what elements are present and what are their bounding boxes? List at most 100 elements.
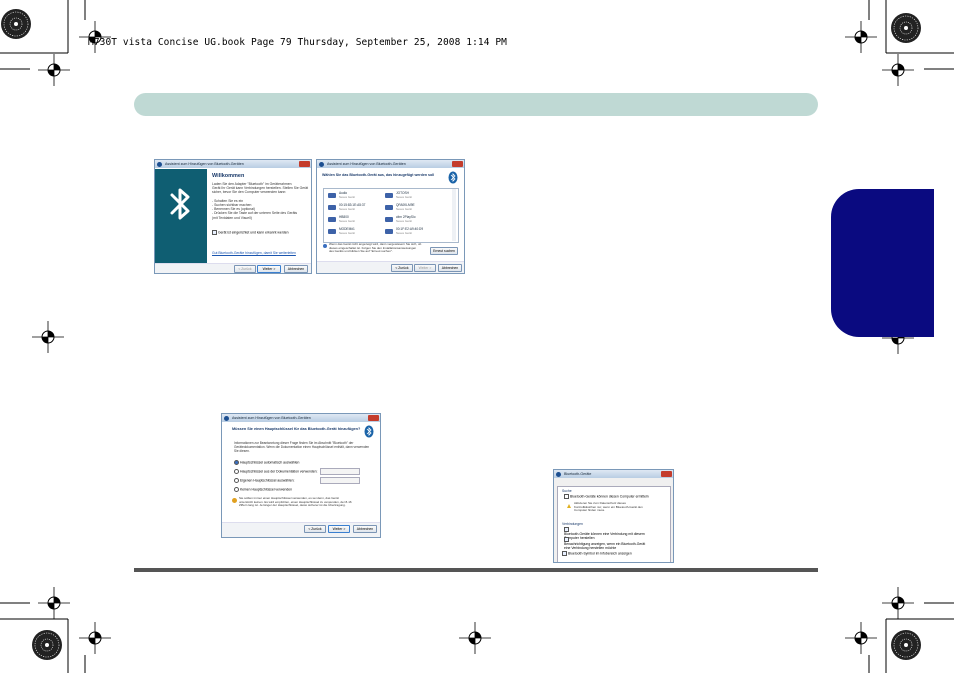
discoverable-checkbox[interactable]: Bluetooth-Geräte können diesen Computer … — [564, 494, 649, 499]
warning-shield-icon — [232, 498, 237, 503]
bluetooth-banner — [155, 169, 207, 264]
device-icon[interactable] — [385, 229, 393, 234]
next-button[interactable]: Weiter > — [414, 264, 436, 272]
option-auto-label: Hauptschlüssel automatisch auswählen — [240, 460, 300, 465]
option-none-label: Keinen Hauptschlüssel verwenden — [240, 487, 293, 492]
device-select-heading: Wählen Sie das Bluetooth-Gerät aus, das … — [322, 173, 435, 177]
device-icon[interactable] — [385, 205, 393, 210]
bluetooth-logo-icon — [170, 188, 190, 220]
device-icon[interactable] — [328, 217, 336, 222]
device-icon[interactable] — [385, 217, 393, 222]
group-search-label: Suche — [562, 489, 572, 493]
device-select-hint-line: des Geräts und klicken Sie auf "Erneut s… — [329, 249, 393, 254]
own-passkey-input[interactable] — [320, 477, 360, 484]
device-list-scrollbar[interactable] — [452, 189, 456, 241]
option-documentation-label: Hauptschlüssel aus der Dokumentation ver… — [240, 469, 318, 474]
next-button[interactable]: Weiter > — [328, 525, 350, 533]
welcome-link-text: Gut Bluetooth-Geräte hinzufügen, damit S… — [212, 251, 296, 255]
welcome-body-line: - Drücken Sie die Taste auf der unteren … — [212, 211, 298, 216]
welcome-ready-checkbox[interactable]: Gerät ist eingerichtet und kann erkannt … — [212, 230, 289, 235]
device-status: Neues Gerät — [339, 219, 355, 223]
device-icon[interactable] — [328, 229, 336, 234]
crosshair-target-icon — [882, 587, 914, 619]
passkey-heading: Müssen Sie einen Hauptschlüssel für das … — [232, 427, 361, 431]
device-status: Neues Gerät — [339, 231, 355, 235]
device-icon[interactable] — [385, 193, 393, 198]
option-auto-radio[interactable]: Hauptschlüssel automatisch auswählen — [234, 460, 299, 465]
chapter-side-tab — [831, 189, 934, 337]
device-list[interactable]: Audio Neues Gerät JOTOSH Neues Gerät 00:15:8… — [323, 188, 459, 243]
notify-line: eine Verbindung herstellen möchte — [564, 546, 617, 551]
next-button[interactable]: Weiter > — [257, 265, 281, 273]
back-button[interactable]: < Zurück — [234, 265, 256, 273]
welcome-heading: Willkommen — [212, 173, 245, 179]
close-icon[interactable] — [368, 415, 379, 421]
crosshair-target-icon — [79, 622, 111, 654]
passkey-note-text: Sie sollten immer einen Hauptschlüssel v… — [239, 496, 352, 508]
cancel-button[interactable]: Abbrechen — [438, 264, 462, 272]
crosshair-target-icon — [38, 587, 70, 619]
group-connections-label: Verbindungen — [562, 522, 583, 526]
search-again-button[interactable]: Erneut suchen — [430, 247, 458, 255]
device-icon[interactable] — [328, 193, 336, 198]
device-status: Neues Gerät — [396, 219, 412, 223]
footer-rule — [134, 568, 818, 572]
cancel-button[interactable]: Abbrechen — [353, 525, 377, 533]
info-icon — [323, 244, 327, 248]
device-select-titlebar: Assistent zum Hinzufügen von Bluetooth-G… — [317, 160, 464, 168]
device-select-hint: Wenn das Gerät nicht angezeigt wird, dan… — [329, 242, 421, 254]
passkey-title: Assistent zum Hinzufügen von Bluetooth-G… — [232, 416, 311, 420]
warning-icon — [567, 504, 571, 508]
crosshair-target-icon — [32, 321, 64, 353]
checkbox-checked-icon[interactable] — [212, 230, 217, 235]
bluetooth-badge-icon — [448, 171, 458, 184]
back-button[interactable]: < Zurück — [304, 525, 326, 533]
bottom-right-registration-wheel — [891, 630, 921, 660]
welcome-checkbox-label: Gerät ist eingerichtet und kann erkannt … — [218, 230, 289, 235]
tray-icon-checkbox[interactable]: Bluetooth-Symbol im Infobereich anzeigen — [562, 551, 632, 556]
welcome-body-text: Laden Sie den Adapter "Bluetooth" im Ger… — [212, 182, 308, 220]
bluetooth-badge-icon — [364, 425, 374, 438]
device-icon[interactable] — [328, 205, 336, 210]
bluetooth-small-icon — [157, 161, 162, 167]
device-status: Neues Gerät — [396, 207, 412, 211]
cancel-button[interactable]: Abbrechen — [284, 265, 308, 273]
tray-icon-label: Bluetooth-Symbol im Infobereich anzeigen — [568, 551, 632, 556]
back-button[interactable]: < Zurück — [391, 264, 413, 272]
settings-warning-line: Computer finden muss. — [574, 508, 606, 513]
passkey-intro-line: Sie diesen. — [234, 448, 250, 453]
device-select-dialog: Assistent zum Hinzufügen von Bluetooth-G… — [316, 159, 465, 274]
crosshair-target-icon — [459, 622, 491, 654]
crosshair-target-icon — [845, 622, 877, 654]
crosshair-target-icon — [845, 21, 877, 53]
welcome-help-link[interactable]: Gut Bluetooth-Geräte hinzufügen, damit S… — [212, 251, 296, 255]
welcome-dialog-title: Assistent zum Hinzufügen von Bluetooth-G… — [165, 162, 244, 166]
section-header-bar — [134, 93, 818, 116]
settings-warning-text: Aktivieren Sie zum Datenschutz dieses Kon… — [574, 501, 643, 513]
documentation-passkey-input[interactable] — [320, 468, 360, 475]
option-own-label: Eigenen Hauptschlüssel auswählen: — [240, 478, 295, 483]
top-right-registration-wheel — [891, 13, 921, 43]
passkey-titlebar: Assistent zum Hinzufügen von Bluetooth-G… — [222, 414, 380, 422]
top-left-registration-wheel — [1, 9, 31, 39]
device-status: Neues Gerät — [396, 195, 412, 199]
welcome-body-line: (mit Textdaten und Visuell) — [212, 215, 252, 220]
option-documentation-radio[interactable]: Hauptschlüssel aus der Dokumentation ver… — [234, 469, 317, 474]
option-none-radio[interactable]: Keinen Hauptschlüssel verwenden — [234, 487, 292, 492]
device-select-title: Assistent zum Hinzufügen von Bluetooth-G… — [327, 162, 406, 166]
crosshair-target-icon — [882, 54, 914, 86]
close-icon[interactable] — [452, 161, 463, 167]
passkey-intro-text: Informationen zur Beantwortung dieser Fr… — [234, 441, 370, 454]
welcome-dialog: Assistent zum Hinzufügen von Bluetooth-G… — [154, 159, 312, 274]
device-status: Neues Gerät — [339, 207, 355, 211]
bluetooth-small-icon — [556, 471, 561, 477]
passkey-intro-line: Gerätedokumentation. Wenn die Dokumentat… — [234, 444, 370, 449]
discoverable-label: Bluetooth-Geräte können diesen Computer … — [570, 494, 649, 499]
close-icon[interactable] — [299, 161, 310, 167]
passkey-dialog: Assistent zum Hinzufügen von Bluetooth-G… — [221, 413, 381, 538]
bluetooth-settings-dialog: Bluetooth-Geräte GeräteOptionenCOM-Ansch… — [553, 469, 674, 563]
close-icon[interactable] — [661, 471, 672, 477]
notify-checkbox[interactable]: Benachrichtigung anzeigen, wenn ein Blue… — [564, 537, 645, 550]
welcome-dialog-titlebar: Assistent zum Hinzufügen von Bluetooth-G… — [155, 160, 311, 168]
option-own-radio[interactable]: Eigenen Hauptschlüssel auswählen: — [234, 478, 294, 483]
